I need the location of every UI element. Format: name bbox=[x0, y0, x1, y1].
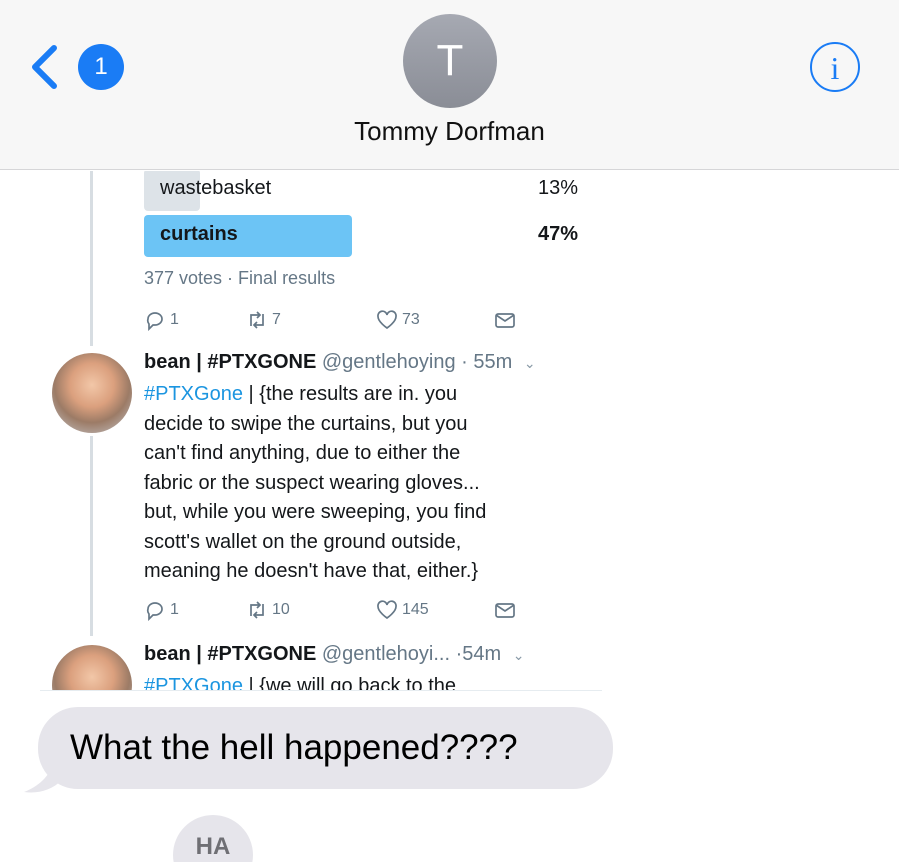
heart-icon bbox=[377, 310, 397, 330]
info-button[interactable]: i bbox=[810, 42, 860, 92]
envelope-icon bbox=[495, 313, 515, 328]
message-action bbox=[494, 309, 516, 331]
heart-icon bbox=[377, 600, 397, 620]
like-count: 145 bbox=[402, 601, 429, 618]
poll-option-label: wastebasket bbox=[160, 177, 272, 199]
reply-icon bbox=[146, 602, 163, 621]
message-text: What the hell happened???? bbox=[70, 728, 518, 767]
poll-meta: 377 votes · Final results bbox=[144, 268, 336, 288]
reply-action: 1 bbox=[144, 309, 179, 331]
chevron-down-icon: ⌄ bbox=[523, 355, 536, 371]
thread-line bbox=[90, 171, 93, 346]
tweet-text: #PTXGone | {the results are in. you deci… bbox=[144, 380, 584, 587]
tweet-actions: 1 7 73 bbox=[144, 309, 524, 333]
like-action: 73 bbox=[376, 309, 420, 331]
poll-option: wastebasket 13% bbox=[144, 171, 578, 211]
poll-option-percent: 47% bbox=[537, 223, 578, 245]
tweet-author-name: bean | #PTXGONE bbox=[144, 643, 317, 665]
unread-count-badge: 1 bbox=[78, 44, 124, 90]
tweet-header: bean | #PTXGONE @gentlehoying · 55m ⌄ bbox=[144, 351, 594, 374]
retweet-icon bbox=[250, 601, 264, 619]
tweet-text-line: but, while you were sweeping, you find bbox=[144, 501, 487, 523]
received-message-bubble[interactable]: What the hell happened???? bbox=[38, 707, 613, 789]
tweet-text-line: | {we will go back to the bbox=[242, 675, 457, 691]
envelope-icon bbox=[495, 603, 515, 618]
poll-option-percent: 13% bbox=[537, 177, 578, 199]
poll-option-label: curtains bbox=[160, 223, 238, 245]
reply-count: 1 bbox=[170, 311, 179, 328]
tweet-header: bean | #PTXGONE @gentlehoyi... ·54m ⌄ bbox=[144, 643, 594, 666]
ha-sticker[interactable]: HA bbox=[173, 815, 253, 862]
message-action bbox=[494, 599, 516, 621]
retweet-action: 7 bbox=[246, 309, 281, 331]
tweet-text-line: meaning he doesn't have that, either.} bbox=[144, 560, 479, 582]
tweet-author-avatar bbox=[52, 353, 132, 433]
poll-option-winner: curtains 47% bbox=[144, 215, 578, 257]
chevron-left-icon bbox=[32, 45, 57, 89]
tweet-author-handle: @gentlehoyi... bbox=[321, 643, 451, 665]
tweet-time: ·54m bbox=[455, 643, 502, 665]
contact-name[interactable]: Tommy Dorfman bbox=[0, 116, 899, 147]
tweet-screenshot-image[interactable]: wastebasket 13% curtains 47% 377 votes ·… bbox=[40, 171, 602, 691]
tweet-text: #PTXGone | {we will go back to the bbox=[144, 672, 584, 691]
contact-avatar[interactable]: T bbox=[403, 14, 497, 108]
tweet-author-avatar bbox=[52, 645, 132, 690]
retweet-count: 10 bbox=[272, 601, 290, 618]
chevron-down-icon: ⌄ bbox=[512, 647, 525, 663]
like-action: 145 bbox=[376, 599, 429, 621]
conversation-header: 1 T Tommy Dorfman i bbox=[0, 0, 899, 170]
tweet-text-line: scott's wallet on the ground outside, bbox=[144, 530, 462, 553]
like-count: 73 bbox=[402, 311, 420, 328]
reply-icon bbox=[146, 312, 163, 331]
tweet-author-name: bean | #PTXGONE bbox=[144, 351, 317, 373]
tweet-text-line: can't find anything, due to either the bbox=[144, 442, 461, 464]
tweet-time: · 55m bbox=[461, 351, 513, 373]
tweet-author-handle: @gentlehoying bbox=[321, 351, 456, 373]
back-button[interactable]: 1 bbox=[28, 44, 124, 90]
reply-count: 1 bbox=[170, 601, 179, 618]
tweet-actions: 1 10 145 bbox=[144, 599, 524, 623]
tweet-hashtag: #PTXGone bbox=[144, 383, 243, 405]
tweet-text-line: fabric or the suspect wearing gloves... bbox=[144, 471, 480, 494]
reply-action: 1 bbox=[144, 599, 179, 621]
tweet-text-line: decide to swipe the curtains, but you bbox=[144, 412, 468, 435]
retweet-icon bbox=[250, 311, 264, 329]
tweet-text-line: | {the results are in. you bbox=[242, 383, 458, 405]
sticker-text: HA bbox=[195, 833, 231, 860]
retweet-count: 7 bbox=[272, 311, 281, 328]
tweet-hashtag: #PTXGone bbox=[144, 675, 243, 691]
retweet-action: 10 bbox=[246, 599, 290, 621]
thread-line bbox=[90, 436, 93, 636]
